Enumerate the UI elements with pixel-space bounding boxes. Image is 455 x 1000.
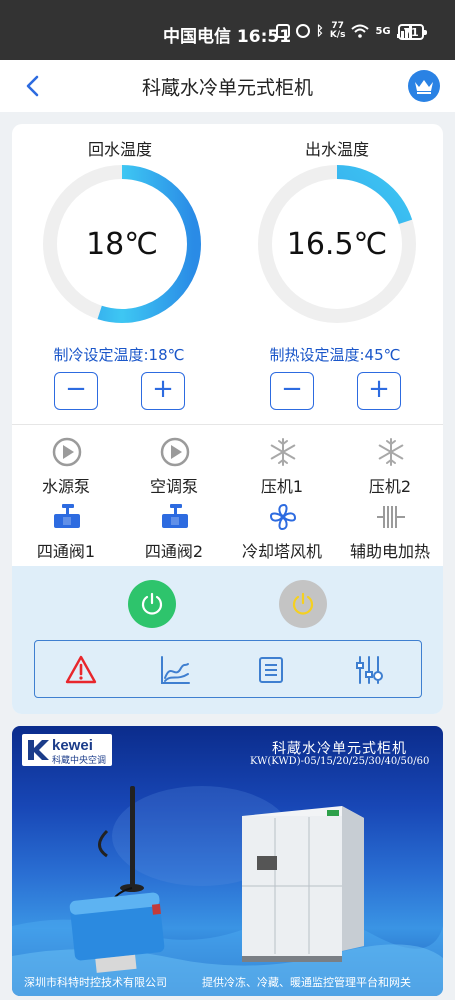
device-label: 压机1 [260, 477, 304, 496]
settings-sliders-icon[interactable] [353, 654, 385, 686]
bluetooth-icon: ᛒ [316, 23, 324, 39]
device-four-way-valve-1[interactable]: 四通阀1 [12, 502, 120, 562]
device-water-source-pump[interactable]: 水源泵 [12, 437, 120, 497]
banner-slogan: 提供冷冻、冷藏、暖通监控管理平台和网关 [202, 976, 411, 989]
return-water-value: 18℃ [86, 226, 158, 262]
brand-name: kewei [52, 737, 93, 754]
heating-increase-button[interactable]: + [357, 372, 401, 410]
page-title: 科蔵水冷单元式柜机 [141, 77, 313, 99]
network-type: 5G [375, 25, 391, 37]
snowflake-icon [378, 438, 404, 466]
banner-company: 深圳市科特时控技术有限公司 [24, 976, 167, 989]
pump-play-icon [160, 437, 190, 467]
device-label: 四通阀2 [144, 542, 204, 561]
banner-models: KW(KWD)-05/15/20/25/30/40/50/60 [250, 756, 430, 767]
chart-icon[interactable] [159, 654, 191, 686]
valve-icon [54, 504, 80, 528]
cabinet-unit-image [242, 806, 364, 962]
status-icons: ᛒ 77 K/s 5G [276, 22, 413, 40]
return-water-label: 回水温度 [87, 140, 152, 159]
banner-title: 科蔵水冷单元式柜机 [272, 741, 407, 757]
device-cooling-tower-fan[interactable]: 冷却塔风机 [228, 502, 336, 562]
device-label: 压机2 [368, 477, 412, 496]
battery-icon: 71 [398, 24, 427, 40]
device-label: 水源泵 [41, 477, 90, 496]
device-compressor-2[interactable]: 压机2 [336, 437, 443, 497]
outlet-water-value: 16.5℃ [286, 226, 388, 262]
network-speed: 77 K/s [330, 22, 346, 40]
cooling-decrease-button[interactable]: − [54, 372, 98, 410]
power-off-button[interactable] [279, 580, 327, 628]
snowflake-icon [270, 438, 296, 466]
device-four-way-valve-2[interactable]: 四通阀2 [120, 502, 228, 562]
alarm-clock-icon [296, 24, 310, 38]
device-label: 冷却塔风机 [241, 542, 322, 561]
outlet-water-gauge: 16.5℃ [255, 162, 419, 326]
heating-decrease-button[interactable]: − [270, 372, 314, 410]
fan-icon [269, 503, 297, 531]
heater-icon [377, 506, 405, 528]
return-water-gauge: 18℃ [40, 162, 204, 326]
power-icon [141, 592, 163, 615]
power-on-button[interactable] [128, 580, 176, 628]
heating-setpoint-label: 制热设定温度:45℃ [269, 346, 401, 364]
header: 科蔵水冷单元式柜机 [0, 60, 455, 112]
cooling-setpoint-label: 制冷设定温度:18℃ [53, 346, 185, 364]
device-label: 辅助电加热 [349, 542, 430, 561]
list-icon[interactable] [255, 654, 287, 686]
device-label: 四通阀1 [36, 542, 96, 561]
divider [12, 424, 443, 425]
crown-icon[interactable] [408, 70, 440, 102]
cooling-increase-button[interactable]: + [141, 372, 185, 410]
device-label: 空调泵 [149, 477, 198, 496]
valve-icon [162, 504, 188, 528]
outlet-water-label: 出水温度 [304, 140, 369, 159]
kewei-logo: kewei 科蔵中央空调 [22, 734, 112, 766]
battery-level: 71 [403, 25, 419, 39]
gateway-device-image [69, 786, 165, 973]
main-card: 回水温度 18℃ 出水温度 16.5℃ 制冷设定温度:18℃ 制热设定温度:45… [12, 124, 443, 714]
power-icon [292, 592, 314, 615]
promo-banner[interactable]: kewei 科蔵中央空调 科蔵水冷单元式柜机 KW(KWD)-05/15/20/… [12, 726, 443, 996]
control-panel [12, 566, 443, 714]
alarm-icon[interactable] [65, 654, 97, 686]
device-aux-electric-heater[interactable]: 辅助电加热 [336, 502, 443, 562]
status-bar: 中国电信 16:51 ᛒ 77 K/s 5G 71 [0, 0, 455, 60]
device-ac-pump[interactable]: 空调泵 [120, 437, 228, 497]
nfc-icon [276, 24, 290, 38]
status-carrier-time: 中国电信 16:51 [163, 27, 292, 47]
wifi-icon [351, 24, 370, 38]
device-compressor-1[interactable]: 压机1 [228, 437, 336, 497]
brand-subtitle: 科蔵中央空调 [52, 756, 107, 766]
network-speed-unit: K/s [329, 30, 346, 40]
toolbar [34, 640, 422, 698]
pump-play-icon [52, 437, 82, 467]
